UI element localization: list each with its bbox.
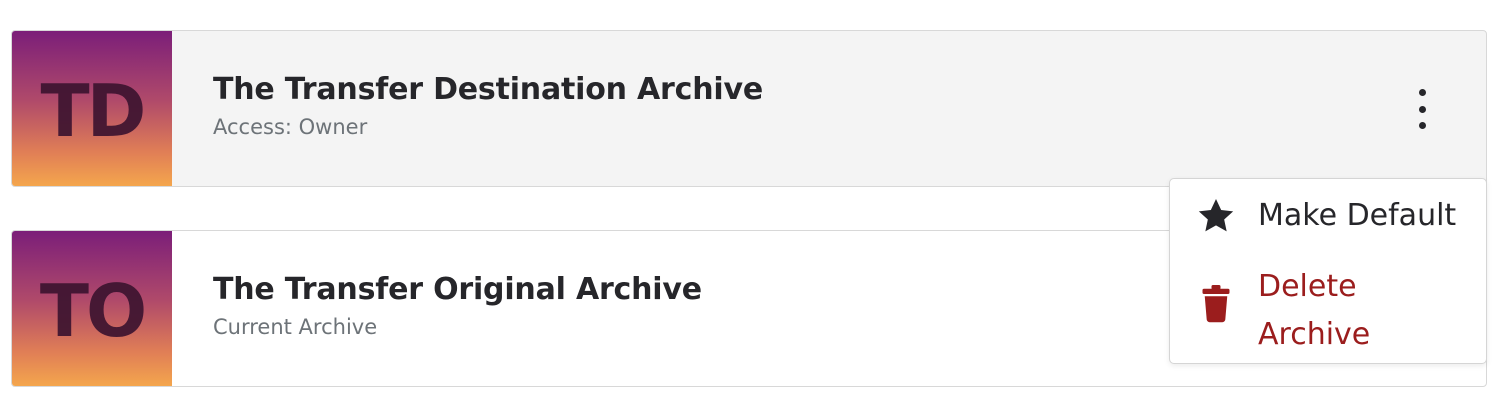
star-icon [1194, 196, 1238, 236]
kebab-dot [1418, 89, 1426, 96]
archive-initials: TO [39, 268, 147, 353]
delete-archive-menu-item[interactable]: Delete Archive [1170, 263, 1486, 359]
archive-info: The Transfer Destination Archive Access:… [213, 31, 763, 186]
trash-icon [1194, 283, 1238, 323]
archive-title: The Transfer Original Archive [213, 272, 702, 307]
archive-thumbnail: TD [12, 31, 172, 186]
archive-access-label: Access: Owner [213, 115, 368, 139]
archive-title: The Transfer Destination Archive [213, 72, 763, 107]
make-default-menu-item[interactable]: Make Default [1170, 193, 1486, 239]
archive-options-menu: Make Default Delete Archive [1169, 178, 1487, 364]
kebab-dot [1418, 105, 1426, 113]
current-archive-label: Current Archive [213, 315, 378, 339]
make-default-label: Make Default [1258, 198, 1457, 233]
kebab-dot [1418, 122, 1426, 129]
archive-info: The Transfer Original Archive Current Ar… [213, 231, 702, 386]
archive-initials: TD [40, 68, 147, 153]
more-options-button[interactable] [1410, 89, 1434, 129]
archive-list: TD The Transfer Destination Archive Acce… [0, 0, 1500, 406]
delete-archive-label: Delete Archive [1258, 269, 1371, 352]
archive-thumbnail: TO [12, 231, 172, 386]
archive-card-transfer-destination[interactable]: TD The Transfer Destination Archive Acce… [11, 30, 1487, 187]
